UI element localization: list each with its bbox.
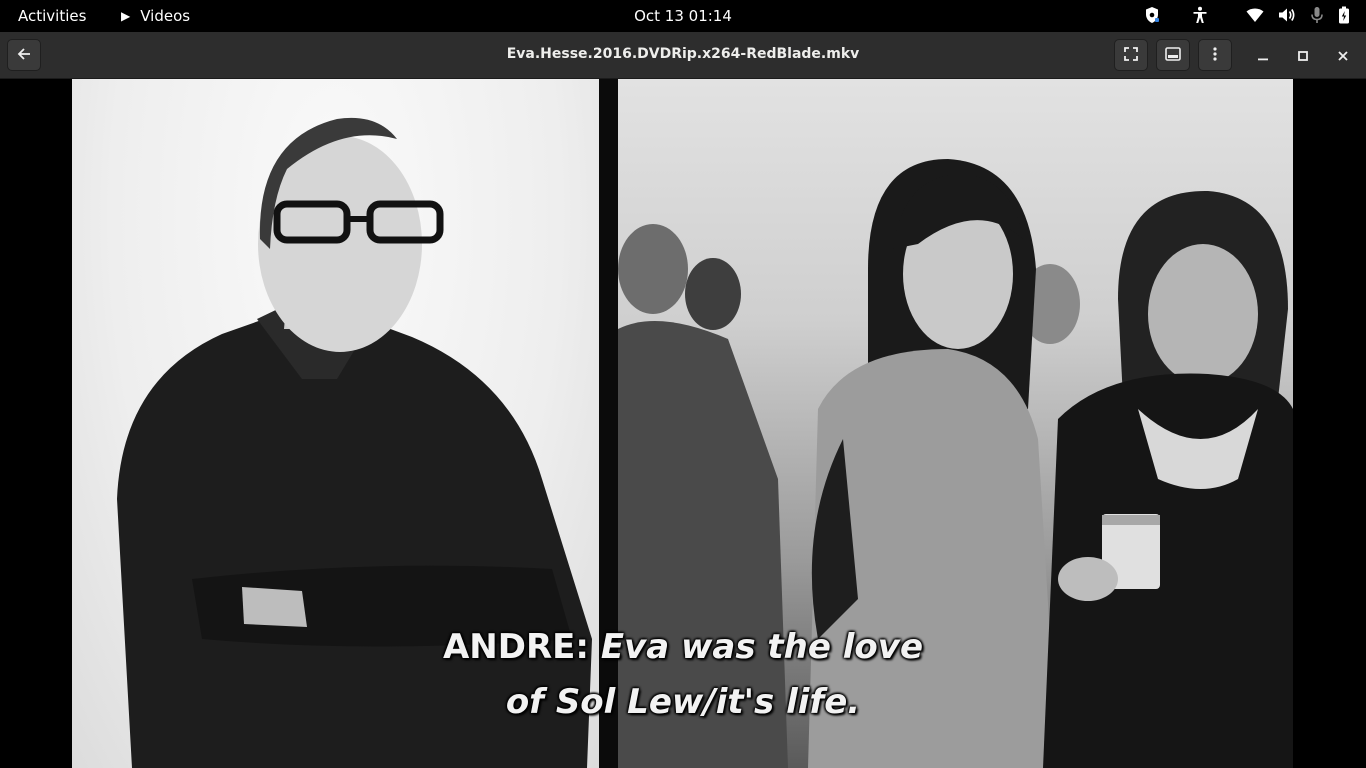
app-menu-label: Videos	[140, 7, 191, 25]
close-button[interactable]	[1331, 43, 1355, 67]
wifi-icon[interactable]	[1246, 7, 1264, 23]
back-icon	[17, 46, 31, 65]
maximize-button[interactable]	[1291, 43, 1315, 67]
subtitle-speaker: ANDRE:	[442, 627, 589, 667]
fullscreen-icon	[1124, 46, 1138, 65]
privacy-shield-icon[interactable]	[1144, 6, 1160, 24]
battery-icon[interactable]	[1338, 6, 1350, 24]
minimize-button[interactable]	[1251, 43, 1275, 67]
subtitle-line-2-text: of Sol Lew/it's life.	[505, 682, 861, 722]
top-bar: Activities ▶ Videos Oct 13 01:14	[0, 0, 1366, 32]
play-icon: ▶	[121, 9, 131, 23]
maximize-icon	[1298, 46, 1308, 65]
accessibility-icon[interactable]	[1192, 6, 1208, 24]
subtitles-button[interactable]	[1156, 39, 1190, 71]
clock[interactable]: Oct 13 01:14	[634, 7, 732, 25]
volume-icon[interactable]	[1278, 7, 1296, 23]
system-tray[interactable]	[1144, 6, 1350, 24]
subtitle-line-1-text: Eva was the love	[600, 627, 924, 667]
subtitles-icon	[1165, 46, 1181, 65]
subtitle-line-1: ANDRE: Eva was the love	[0, 620, 1366, 675]
activities-button[interactable]: Activities	[18, 7, 86, 25]
close-icon	[1338, 46, 1348, 65]
minimize-icon	[1258, 46, 1268, 65]
subtitle-line-2: of Sol Lew/it's life.	[0, 675, 1366, 730]
microphone-icon[interactable]	[1310, 6, 1324, 24]
back-button[interactable]	[7, 39, 41, 71]
fullscreen-button[interactable]	[1114, 39, 1148, 71]
header-bar: Eva.Hesse.2016.DVDRip.x264-RedBlade.mkv	[0, 32, 1366, 79]
menu-icon	[1213, 46, 1217, 65]
menu-button[interactable]	[1198, 39, 1232, 71]
subtitle-text: ANDRE: Eva was the love of Sol Lew/it's …	[0, 620, 1366, 730]
app-menu[interactable]: ▶ Videos	[121, 7, 190, 25]
